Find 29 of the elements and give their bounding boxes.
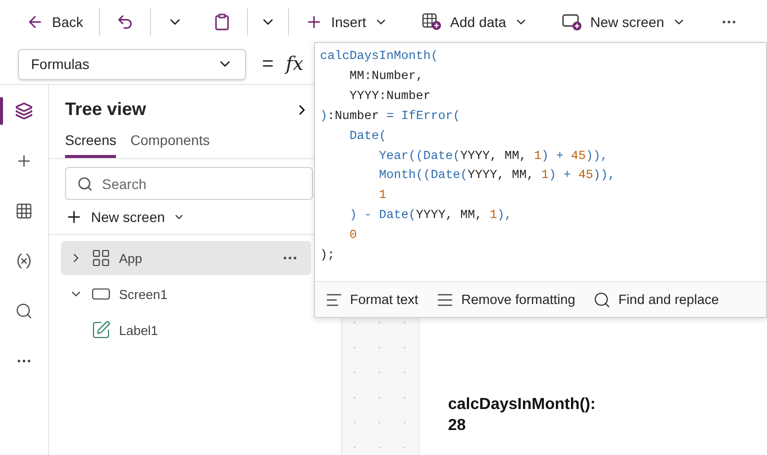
code-line: );: [320, 247, 336, 264]
code-line: MM:Number,: [348, 68, 424, 85]
tab[interactable]: Components: [130, 128, 210, 158]
tree-item[interactable]: Label1: [61, 313, 311, 347]
code-line: ) - Date(YYYY, MM, 1),: [348, 207, 513, 224]
code-line: 1: [378, 187, 388, 204]
code-line: 0: [348, 227, 358, 244]
code-line: Month((Date(YYYY, MM, 1) + 45)),: [378, 167, 616, 184]
code-line: Year((Date(YYYY, MM, 1) + 45)),: [378, 148, 609, 165]
tab[interactable]: Screens: [65, 128, 116, 158]
tree-item[interactable]: App: [61, 241, 311, 275]
property-dropdown[interactable]: Formulas: [18, 48, 246, 80]
tree-item[interactable]: Screen1: [61, 277, 311, 311]
search-field[interactable]: Search: [65, 167, 313, 200]
equals-sign: =: [262, 52, 274, 76]
code-line: calcDaysInMonth(: [320, 48, 440, 65]
add-data-button[interactable]: Add data: [416, 9, 534, 35]
new-screen-button[interactable]: New screen: [556, 9, 692, 35]
panel-title: Tree view: [65, 99, 146, 120]
back-button[interactable]: Back: [20, 9, 90, 35]
editor-action-button[interactable]: Find and replace: [591, 290, 721, 308]
code-line: YYYY:Number: [348, 88, 432, 105]
code-line: Date(: [348, 128, 388, 145]
label-text: calcDaysInMonth(): 28: [448, 395, 597, 436]
fx-label: fx: [286, 53, 304, 75]
editor-action-button[interactable]: Remove formatting: [434, 290, 578, 308]
insert-button[interactable]: Insert: [299, 9, 394, 35]
code-line: ):Number = IfError(: [320, 108, 462, 125]
editor-action-button[interactable]: Format text: [323, 290, 420, 308]
